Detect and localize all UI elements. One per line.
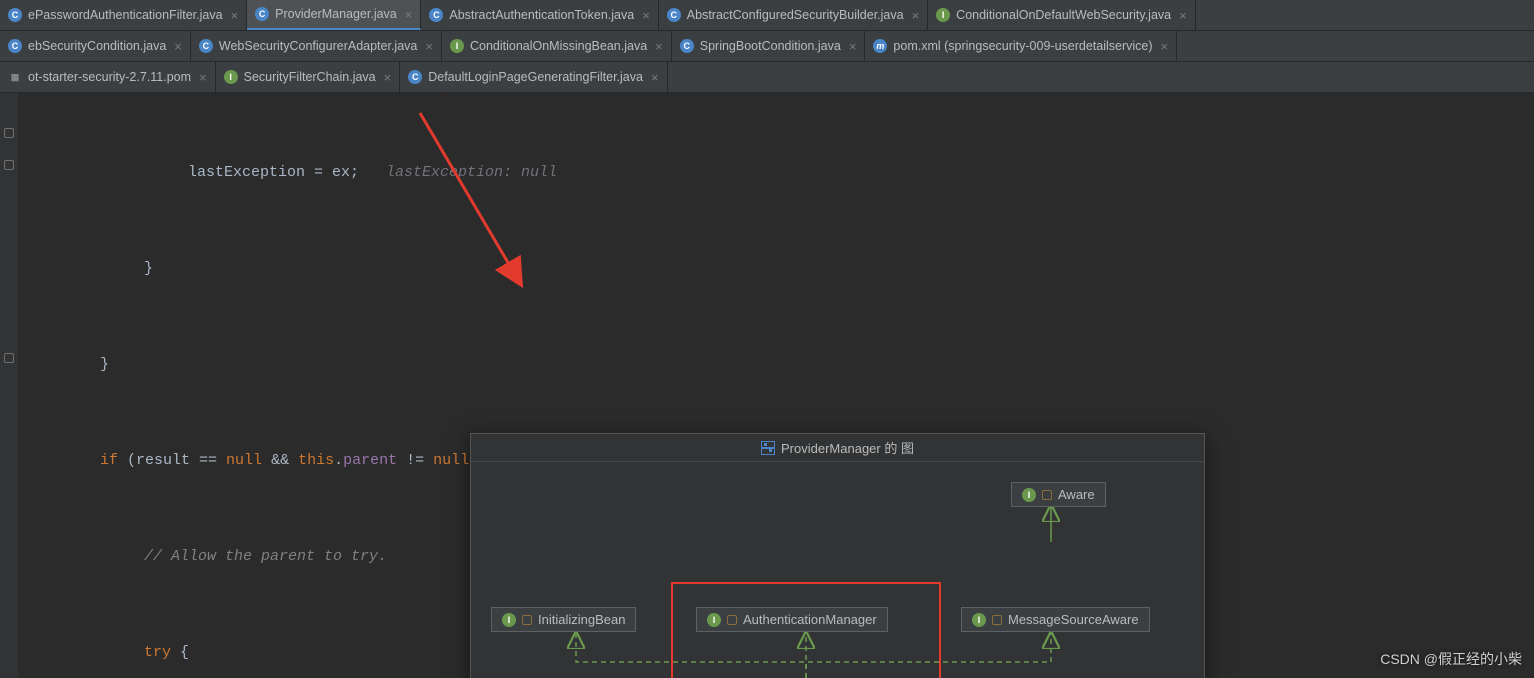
tab-label: AbstractAuthenticationToken.java [449, 8, 634, 22]
editor-tab[interactable]: C AbstractConfiguredSecurityBuilder.java × [659, 0, 928, 30]
code-line: lastException = ex; lastException: null [18, 157, 1534, 189]
node-label: MessageSourceAware [1008, 612, 1139, 627]
interface-icon: I [502, 613, 516, 627]
interface-file-icon: I [936, 8, 950, 22]
node-label: Aware [1058, 487, 1095, 502]
tab-label: ConditionalOnDefaultWebSecurity.java [956, 8, 1171, 22]
editor-tab[interactable]: C SpringBootCondition.java × [672, 31, 866, 61]
editor-tab[interactable]: C ProviderManager.java × [247, 0, 421, 30]
editor-tab[interactable]: I SecurityFilterChain.java × [216, 62, 401, 92]
tab-label: pom.xml (springsecurity-009-userdetailse… [893, 39, 1152, 53]
close-icon[interactable]: × [849, 39, 857, 54]
code-editor[interactable]: lastException = ex; lastException: null … [0, 93, 1534, 678]
close-icon[interactable]: × [199, 70, 207, 85]
tab-label: DefaultLoginPageGeneratingFilter.java [428, 70, 643, 84]
tab-label: ePasswordAuthenticationFilter.java [28, 8, 223, 22]
tab-bar-row-3: ▦ ot-starter-security-2.7.11.pom × I Securit… [0, 62, 1534, 93]
class-file-icon: C [408, 70, 422, 84]
lock-icon [1042, 490, 1052, 500]
tab-label: WebSecurityConfigurerAdapter.java [219, 39, 418, 53]
pom-file-icon: ▦ [8, 70, 22, 84]
tab-label: AbstractConfiguredSecurityBuilder.java [687, 8, 904, 22]
class-file-icon: C [667, 8, 681, 22]
class-file-icon: C [255, 7, 269, 21]
tab-bar-row-1: CePasswordAuthenticationFilter.java × C Pro… [0, 0, 1534, 31]
close-icon[interactable]: × [655, 39, 663, 54]
gutter [0, 93, 18, 678]
close-icon[interactable]: × [231, 8, 239, 23]
close-icon[interactable]: × [174, 39, 182, 54]
diagram-node-message-source-aware[interactable]: I MessageSourceAware [961, 607, 1150, 632]
lock-icon [992, 615, 1002, 625]
editor-tab[interactable]: C DefaultLoginPageGeneratingFilter.java × [400, 62, 667, 92]
class-file-icon: C [8, 8, 22, 22]
interface-icon: I [972, 613, 986, 627]
close-icon[interactable]: × [1161, 39, 1169, 54]
popup-title: ProviderManager 的 图 [471, 434, 1204, 462]
tab-label: ConditionalOnMissingBean.java [470, 39, 647, 53]
editor-tab[interactable]: m pom.xml (springsecurity-009-userdetails… [865, 31, 1177, 61]
editor-tab[interactable]: CebSecurityCondition.java × [0, 31, 191, 61]
editor-tab[interactable]: CePasswordAuthenticationFilter.java × [0, 0, 247, 30]
close-icon[interactable]: × [651, 70, 659, 85]
editor-tab[interactable]: I ConditionalOnDefaultWebSecurity.java × [928, 0, 1196, 30]
interface-icon: I [1022, 488, 1036, 502]
close-icon[interactable]: × [1179, 8, 1187, 23]
close-icon[interactable]: × [642, 8, 650, 23]
gutter-fold-icon[interactable] [4, 160, 14, 170]
annotation-highlight-box [671, 582, 941, 678]
class-diagram-popup[interactable]: ProviderManager 的 图 I Aware [470, 433, 1205, 678]
editor-tab[interactable]: ▦ ot-starter-security-2.7.11.pom × [0, 62, 216, 92]
diagram-icon [761, 441, 775, 455]
tab-bar-row-2: CebSecurityCondition.java × C WebSecurityCo… [0, 31, 1534, 62]
code-line: } [18, 253, 1534, 285]
maven-file-icon: m [873, 39, 887, 53]
close-icon[interactable]: × [912, 8, 920, 23]
class-file-icon: C [8, 39, 22, 53]
popup-title-text: ProviderManager 的 图 [781, 438, 914, 457]
tab-label: ebSecurityCondition.java [28, 39, 166, 53]
interface-file-icon: I [450, 39, 464, 53]
gutter-fold-icon[interactable] [4, 128, 14, 138]
close-icon[interactable]: × [405, 7, 413, 22]
diagram-canvas[interactable]: I Aware I InitializingBean I Authenticat… [471, 462, 1204, 678]
tab-label: SecurityFilterChain.java [244, 70, 376, 84]
close-icon[interactable]: × [384, 70, 392, 85]
tab-label: SpringBootCondition.java [700, 39, 841, 53]
code-line: } [18, 349, 1534, 381]
editor-tab[interactable]: I ConditionalOnMissingBean.java × [442, 31, 672, 61]
gutter-fold-icon[interactable] [4, 353, 14, 363]
class-file-icon: C [680, 39, 694, 53]
tab-label: ProviderManager.java [275, 7, 397, 21]
editor-tab[interactable]: C AbstractAuthenticationToken.java × [421, 0, 658, 30]
tab-label: ot-starter-security-2.7.11.pom [28, 70, 191, 84]
class-file-icon: C [429, 8, 443, 22]
watermark: CSDN @假正经的小柴 [1380, 649, 1522, 669]
diagram-node-aware[interactable]: I Aware [1011, 482, 1106, 507]
close-icon[interactable]: × [425, 39, 433, 54]
lock-icon [522, 615, 532, 625]
node-label: InitializingBean [538, 612, 625, 627]
editor-tab[interactable]: C WebSecurityConfigurerAdapter.java × [191, 31, 442, 61]
class-file-icon: C [199, 39, 213, 53]
diagram-node-initializing-bean[interactable]: I InitializingBean [491, 607, 636, 632]
interface-file-icon: I [224, 70, 238, 84]
